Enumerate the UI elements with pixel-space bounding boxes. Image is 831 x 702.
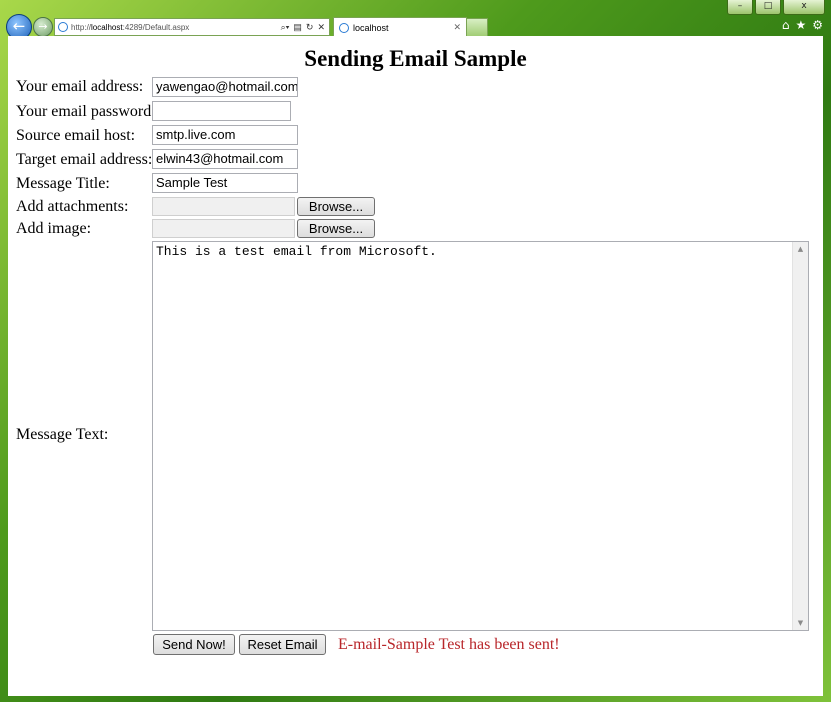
browse-image-button[interactable]: Browse... (297, 219, 375, 238)
message-label: Message Text: (16, 426, 109, 443)
host-label: Source email host: (16, 127, 136, 144)
window-controls: – □ x (727, 0, 825, 16)
reset-email-button[interactable]: Reset Email (239, 634, 326, 655)
close-button[interactable]: x (783, 0, 825, 15)
page-content: Sending Email Sample Your email address:… (8, 36, 823, 696)
browse-attachment-button[interactable]: Browse... (297, 197, 375, 216)
new-tab-button[interactable] (466, 18, 488, 37)
title-label: Message Title: (16, 175, 110, 192)
browser-window: – □ x ← → http:// localhost :4289/Defaul… (0, 0, 831, 702)
address-prefix: http:// (71, 22, 92, 32)
address-path: :4289/Default.aspx (122, 22, 190, 32)
tab-label: localhost (353, 22, 389, 33)
email-input[interactable]: yawengao@hotmail.com (152, 77, 298, 97)
password-input[interactable] (152, 101, 291, 121)
home-icon[interactable]: ⌂ (782, 18, 790, 32)
ie-page-icon (58, 22, 68, 32)
attachments-label: Add attachments: (16, 198, 129, 215)
browser-toolbar-right: ⌂ ★ ⚙ (782, 18, 823, 32)
maximize-button[interactable]: □ (755, 0, 781, 15)
search-icon[interactable]: ⌕▾ (281, 22, 290, 33)
password-label: Your email password: (16, 103, 156, 120)
tab-close-icon[interactable]: ✕ (453, 22, 461, 33)
address-bar[interactable]: http:// localhost :4289/Default.aspx ⌕▾ … (54, 18, 330, 36)
scroll-down-icon[interactable]: ▼ (793, 616, 808, 630)
compat-view-icon[interactable]: ▤ (293, 22, 302, 33)
message-text: This is a test email from Microsoft. (156, 244, 437, 259)
minimize-button[interactable]: – (727, 0, 753, 15)
refresh-icon[interactable]: ↻ (306, 22, 314, 33)
tab-localhost[interactable]: localhost ✕ (333, 17, 467, 37)
target-label: Target email address: (16, 151, 153, 168)
email-label: Your email address: (16, 78, 144, 95)
textarea-scrollbar[interactable]: ▲ ▼ (792, 242, 808, 630)
tools-gear-icon[interactable]: ⚙ (812, 18, 823, 32)
ie-tab-icon (339, 22, 349, 33)
status-message: E-mail-Sample Test has been sent! (338, 636, 560, 653)
stop-icon[interactable]: ✕ (317, 22, 325, 33)
scroll-up-icon[interactable]: ▲ (793, 242, 808, 256)
attachment-file-input[interactable] (152, 197, 295, 216)
forward-arrow-icon[interactable]: → (33, 17, 53, 37)
page-title: Sending Email Sample (304, 46, 527, 71)
favorites-star-icon[interactable]: ★ (795, 18, 806, 32)
send-now-button[interactable]: Send Now! (153, 634, 235, 655)
image-file-input[interactable] (152, 219, 295, 238)
title-input[interactable]: Sample Test (152, 173, 298, 193)
target-input[interactable]: elwin43@hotmail.com (152, 149, 298, 169)
address-host: localhost (91, 22, 123, 32)
message-textarea[interactable]: This is a test email from Microsoft. ▲ ▼ (152, 241, 809, 631)
image-label: Add image: (16, 220, 92, 237)
host-input[interactable]: smtp.live.com (152, 125, 298, 145)
